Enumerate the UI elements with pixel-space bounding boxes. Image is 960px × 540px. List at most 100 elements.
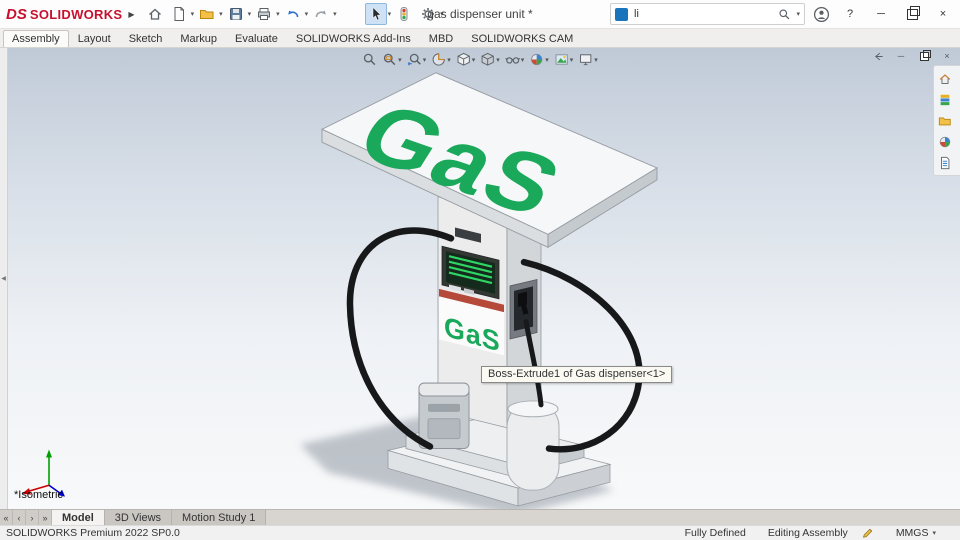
hose-dock-cylinder[interactable]	[506, 400, 560, 491]
zoom-area-caret-icon[interactable]: ▾	[398, 56, 402, 64]
rebuild-button[interactable]	[393, 3, 415, 25]
canopy[interactable]: GaS	[320, 72, 658, 249]
display-style-icon	[481, 52, 494, 66]
titlebar-right-cluster: ▾ ? ─ ×	[610, 3, 956, 25]
display-style-button[interactable]: ▾	[478, 51, 502, 68]
save-caret-icon[interactable]: ▾	[248, 10, 252, 18]
tab-3d-views[interactable]: 3D Views	[104, 510, 173, 525]
task-pane-strip	[933, 65, 960, 176]
search-box[interactable]: ▾	[610, 3, 805, 25]
taskpane-resources-button[interactable]	[936, 70, 953, 87]
tab-layout[interactable]: Layout	[69, 30, 120, 47]
tab-model[interactable]: Model	[52, 510, 105, 525]
units-selector[interactable]: MMGS	[896, 527, 929, 539]
save-icon	[229, 8, 242, 20]
section-view-button[interactable]: ▾	[429, 51, 453, 68]
edit-sketch-indicator	[862, 527, 874, 539]
search-scope-icon[interactable]	[615, 7, 628, 21]
menu-expand-arrow-icon[interactable]: ▶	[128, 10, 134, 19]
hide-show-items-button[interactable]: ▾	[503, 51, 527, 68]
print-caret-icon[interactable]: ▾	[276, 10, 280, 18]
display-style-caret-icon[interactable]: ▾	[496, 56, 500, 64]
appearances-ball-icon	[939, 136, 950, 147]
previous-view-button[interactable]: ▾	[405, 51, 429, 68]
units-caret-icon[interactable]: ▾	[932, 529, 936, 537]
save-button[interactable]	[225, 3, 247, 25]
tab-scroll-last-button[interactable]: »	[39, 510, 52, 525]
undo-caret-icon[interactable]: ▾	[305, 10, 309, 18]
sign-in-button[interactable]	[810, 3, 832, 25]
open-caret-icon[interactable]: ▾	[219, 10, 223, 18]
print-button[interactable]	[253, 3, 275, 25]
minimize-button[interactable]: ─	[868, 3, 894, 25]
restore-button[interactable]	[899, 3, 925, 25]
help-button[interactable]: ?	[837, 3, 863, 25]
select-caret-icon[interactable]: ▾	[388, 10, 392, 18]
view-cube-icon	[457, 52, 470, 66]
pencil-icon	[862, 528, 873, 538]
apply-scene-caret-icon[interactable]: ▾	[570, 56, 574, 64]
tab-assembly[interactable]: Assembly	[3, 30, 69, 47]
search-caret-icon[interactable]: ▾	[796, 10, 800, 18]
hide-show-caret-icon[interactable]: ▾	[521, 56, 525, 64]
doc-restore-button[interactable]	[916, 49, 932, 63]
appearance-ball-icon	[531, 53, 543, 66]
view-settings-button[interactable]: ▾	[576, 51, 600, 68]
close-button[interactable]: ×	[930, 3, 956, 25]
tab-solidworks-add-ins[interactable]: SOLIDWORKS Add-Ins	[287, 30, 420, 47]
tab-scroll-prev-button[interactable]: ‹	[13, 510, 26, 525]
restore-icon	[906, 5, 920, 20]
tab-scroll-first-button[interactable]: «	[0, 510, 13, 525]
titlebar: DS SOLIDWORKS ▶ ▾ ▾ ▾ ▾ ▾ ▾ ▾ ▾ gas disp…	[0, 0, 960, 29]
doc-minimize-button[interactable]: ─	[893, 49, 909, 63]
heads-up-view-toolbar: ▾ ▾ ▾ ▾ ▾ ▾ ▾ ▾ ▾	[360, 51, 600, 68]
new-caret-icon[interactable]: ▾	[191, 10, 195, 18]
open-button[interactable]	[196, 3, 218, 25]
new-document-button[interactable]	[168, 3, 190, 25]
home-button[interactable]	[144, 3, 166, 25]
redo-caret-icon[interactable]: ▾	[333, 10, 337, 18]
section-view-caret-icon[interactable]: ▾	[447, 56, 451, 64]
zoom-area-button[interactable]: ▾	[380, 51, 404, 68]
select-tool-button[interactable]	[364, 3, 387, 25]
pump-cabinet-box[interactable]	[418, 382, 470, 450]
custom-properties-icon	[940, 156, 949, 169]
view-orientation-caret-icon[interactable]: ▾	[472, 56, 476, 64]
graphics-area[interactable]: GaS GaS ▾ ▾ ▾ ▾ ▾ ▾ ▾ ▾ ▾ ◀ ─ × Boss-Ext…	[0, 48, 960, 509]
print-icon	[258, 8, 271, 20]
monitor-icon	[580, 54, 592, 66]
taskpane-appearances-button[interactable]	[936, 133, 953, 150]
pane-back-button[interactable]	[870, 49, 886, 63]
tab-motion-study-1[interactable]: Motion Study 1	[172, 510, 267, 525]
taskpane-design-library-button[interactable]	[936, 91, 953, 108]
taskpane-file-explorer-button[interactable]	[936, 112, 953, 129]
redo-button[interactable]	[310, 3, 332, 25]
zoom-fit-button[interactable]	[360, 51, 379, 68]
nozzle[interactable]	[518, 291, 527, 307]
previous-view-caret-icon[interactable]: ▾	[423, 56, 427, 64]
tab-solidworks-cam[interactable]: SOLIDWORKS CAM	[462, 30, 582, 47]
model-scene[interactable]: GaS GaS	[0, 48, 960, 509]
doc-close-button[interactable]: ×	[939, 49, 955, 63]
tab-sketch[interactable]: Sketch	[120, 30, 172, 47]
panel-collapse-arrow-icon[interactable]: ◀	[1, 275, 6, 282]
featuremanager-collapsed-strip[interactable]: ◀	[0, 48, 8, 509]
tab-evaluate[interactable]: Evaluate	[226, 30, 287, 47]
tab-scroll-next-button[interactable]: ›	[26, 510, 39, 525]
view-orientation-button[interactable]: ▾	[454, 51, 478, 68]
view-settings-caret-icon[interactable]: ▾	[594, 56, 598, 64]
undo-button[interactable]	[282, 3, 304, 25]
apply-scene-button[interactable]: ▾	[552, 51, 576, 68]
view-orientation-label: *Isometric	[14, 489, 63, 501]
edit-appearance-caret-icon[interactable]: ▾	[545, 56, 549, 64]
file-explorer-folder-icon	[938, 117, 951, 125]
search-icon[interactable]	[778, 8, 791, 21]
tab-markup[interactable]: Markup	[171, 30, 226, 47]
tab-mbd[interactable]: MBD	[420, 30, 462, 47]
hover-tooltip: Boss-Extrude1 of Gas dispenser<1>	[481, 366, 673, 383]
configuration-tab-bar: « ‹ › » Model 3D Views Motion Study 1	[0, 509, 960, 525]
taskpane-custom-properties-button[interactable]	[936, 154, 953, 171]
edit-appearance-button[interactable]: ▾	[527, 51, 551, 68]
search-input[interactable]	[632, 7, 775, 21]
solidworks-wordmark: SOLIDWORKS	[29, 6, 123, 22]
